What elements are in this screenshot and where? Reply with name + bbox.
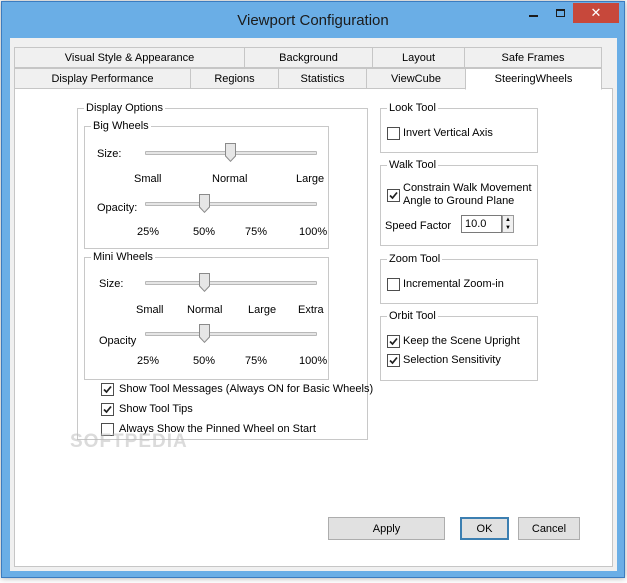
speed-factor-label: Speed Factor — [385, 220, 452, 232]
incremental-zoom-checkbox[interactable] — [387, 278, 400, 291]
show-tool-messages-label: Show Tool Messages (Always ON for Basic … — [119, 383, 374, 395]
mini-opacity-label: Opacity — [99, 335, 137, 347]
constrain-walk-label-line2: Angle to Ground Plane — [403, 195, 515, 207]
mini-size-slider-track[interactable] — [145, 281, 317, 285]
keep-scene-upright-checkbox[interactable] — [387, 335, 400, 348]
zoom-tool-group: Zoom Tool Incremental Zoom-in — [380, 253, 538, 304]
apply-button[interactable]: Apply — [328, 517, 445, 540]
invert-vertical-axis-label: Invert Vertical Axis — [403, 127, 493, 139]
tab-visual-style[interactable]: Visual Style & Appearance — [14, 47, 245, 68]
tab-label: Background — [279, 51, 338, 64]
look-tool-title: Look Tool — [387, 102, 438, 114]
show-tool-messages-checkbox[interactable] — [101, 383, 114, 396]
tab-label: Statistics — [300, 72, 345, 85]
tab-label: ViewCube — [391, 72, 441, 85]
mini-opacity-tick-50: 50% — [193, 355, 216, 367]
big-opacity-tick-25: 25% — [137, 226, 160, 238]
mini-wheels-group: Mini Wheels Size: Small Normal Large Ext… — [84, 251, 329, 380]
big-opacity-slider-track[interactable] — [145, 202, 317, 206]
mini-wheels-title: Mini Wheels — [91, 251, 155, 263]
constrain-walk-label-line1: Constrain Walk Movement — [403, 182, 532, 194]
tab-page-steeringwheels: Display Options Big Wheels Size: Small N… — [14, 88, 613, 567]
tab-display-performance[interactable]: Display Performance — [14, 68, 191, 89]
orbit-tool-title: Orbit Tool — [387, 310, 438, 322]
big-size-tick-large: Large — [296, 173, 325, 185]
close-button[interactable]: ✕ — [573, 3, 619, 23]
big-size-slider-thumb[interactable] — [225, 143, 236, 162]
speed-factor-spinner[interactable]: ▲ ▼ — [502, 215, 514, 233]
walk-tool-title: Walk Tool — [387, 159, 439, 171]
apply-button-label: Apply — [372, 522, 401, 535]
speed-factor-input[interactable]: 10.0 — [461, 215, 502, 233]
tab-label: Safe Frames — [501, 51, 565, 64]
show-tool-tips-checkbox[interactable] — [101, 403, 114, 416]
tab-label: SteeringWheels — [494, 73, 573, 85]
tab-viewcube[interactable]: ViewCube — [366, 68, 466, 89]
tab-label: Layout — [401, 51, 436, 64]
tab-label: Regions — [214, 72, 255, 85]
big-size-tick-small: Small — [134, 173, 162, 185]
mini-size-tick-extra: Extra — [298, 304, 324, 316]
dialog-client-area: Visual Style & Appearance Background Lay… — [10, 38, 617, 571]
mini-opacity-slider-thumb[interactable] — [199, 324, 210, 343]
ok-button-label: OK — [476, 522, 493, 535]
constrain-walk-checkbox[interactable] — [387, 189, 400, 202]
mini-size-tick-normal: Normal — [187, 304, 223, 316]
tab-regions[interactable]: Regions — [190, 68, 279, 89]
big-wheels-title: Big Wheels — [91, 120, 151, 132]
spin-up-icon[interactable]: ▲ — [503, 216, 513, 224]
mini-opacity-tick-75: 75% — [245, 355, 268, 367]
mini-size-slider-thumb[interactable] — [199, 273, 210, 292]
cancel-button-label: Cancel — [531, 522, 567, 535]
display-options-title: Display Options — [84, 102, 166, 114]
mini-opacity-tick-25: 25% — [137, 355, 160, 367]
big-opacity-tick-100: 100% — [299, 226, 328, 238]
mini-size-tick-small: Small — [136, 304, 164, 316]
big-opacity-tick-50: 50% — [193, 226, 216, 238]
maximize-button[interactable] — [547, 3, 573, 23]
zoom-tool-title: Zoom Tool — [387, 253, 443, 265]
mini-size-tick-large: Large — [248, 304, 277, 316]
watermark: SOFTPEDIA — [70, 431, 188, 452]
ok-button[interactable]: OK — [460, 517, 509, 540]
display-options-group: Display Options Big Wheels Size: Small N… — [77, 102, 373, 440]
mini-opacity-tick-100: 100% — [299, 355, 328, 367]
spin-down-icon[interactable]: ▼ — [503, 224, 513, 232]
speed-factor-value: 10.0 — [465, 218, 487, 230]
incremental-zoom-label: Incremental Zoom-in — [403, 278, 504, 290]
tab-steeringwheels[interactable]: SteeringWheels — [465, 68, 602, 90]
tab-background[interactable]: Background — [244, 47, 373, 68]
tab-statistics[interactable]: Statistics — [278, 68, 367, 89]
tab-layout[interactable]: Layout — [372, 47, 465, 68]
big-size-label: Size: — [97, 148, 122, 160]
minimize-button[interactable] — [520, 3, 547, 23]
mini-size-label: Size: — [99, 278, 124, 290]
big-opacity-label: Opacity: — [97, 202, 138, 214]
big-opacity-tick-75: 75% — [245, 226, 268, 238]
selection-sensitivity-label: Selection Sensitivity — [403, 354, 501, 366]
tab-safe-frames[interactable]: Safe Frames — [464, 47, 602, 68]
orbit-tool-group: Orbit Tool Keep the Scene Upright Select… — [380, 310, 538, 381]
maximize-icon — [555, 9, 565, 17]
show-tool-tips-label: Show Tool Tips — [119, 403, 193, 415]
invert-vertical-axis-checkbox[interactable] — [387, 127, 400, 140]
cancel-button[interactable]: Cancel — [518, 517, 580, 540]
close-icon: ✕ — [590, 5, 602, 20]
big-wheels-group: Big Wheels Size: Small Normal Large Opac… — [84, 120, 329, 249]
dialog-window: Viewport Configuration ✕ Visual Style & … — [1, 1, 625, 578]
big-size-tick-normal: Normal — [212, 173, 248, 185]
mini-opacity-slider-track[interactable] — [145, 332, 317, 336]
constrain-walk-label: Constrain Walk Movement Angle to Ground … — [403, 182, 532, 208]
tab-label: Visual Style & Appearance — [64, 51, 195, 64]
big-opacity-slider-thumb[interactable] — [199, 194, 210, 213]
minimize-icon — [529, 14, 538, 17]
selection-sensitivity-checkbox[interactable] — [387, 354, 400, 367]
look-tool-group: Look Tool Invert Vertical Axis — [380, 102, 538, 153]
keep-scene-upright-label: Keep the Scene Upright — [403, 335, 520, 347]
walk-tool-group: Walk Tool Constrain Walk Movement Angle … — [380, 159, 538, 246]
tab-label: Display Performance — [51, 72, 154, 85]
